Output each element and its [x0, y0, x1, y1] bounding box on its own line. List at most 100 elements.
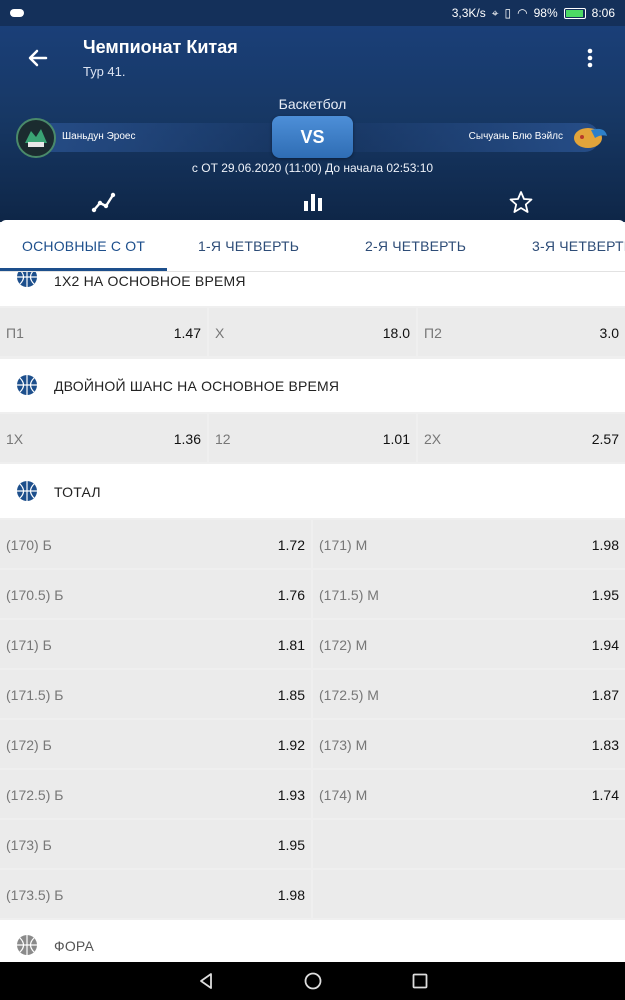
odd-cell[interactable]: (172) М 1.94: [313, 620, 625, 668]
teams-row: Шаньдун Эроес VS Сычуань Блю Вэйлс: [16, 116, 609, 158]
odd-name: (171.5) М: [319, 587, 379, 603]
empty-cell: [313, 870, 625, 918]
vs-badge: VS: [272, 116, 353, 158]
odd-value: 1.81: [277, 637, 305, 653]
odd-name: (171) М: [319, 537, 368, 553]
odd-cell[interactable]: (173) М 1.83: [313, 720, 625, 768]
odd-cell[interactable]: Х 18.0: [209, 308, 416, 356]
odd-cell[interactable]: 2Х 2.57: [418, 414, 625, 462]
nav-back-icon[interactable]: [196, 971, 216, 991]
odd-cell[interactable]: (170) Б 1.72: [0, 520, 311, 568]
markets-list: 1X2 НА ОСНОВНОЕ ВРЕМЯ П1 1.47 Х 18.0 П2 …: [0, 272, 625, 962]
market-tabs: ОСНОВНЫЕ С ОТ 1-Я ЧЕТВЕРТЬ 2-Я ЧЕТВЕРТЬ …: [0, 220, 625, 272]
battery-icon: [563, 7, 586, 19]
section-total[interactable]: ТОТАЛ: [0, 464, 625, 518]
odd-name: 2Х: [424, 431, 442, 447]
odd-cell[interactable]: (171) Б 1.81: [0, 620, 311, 668]
odd-cell[interactable]: (174) М 1.74: [313, 770, 625, 818]
section-handicap[interactable]: ФОРА: [0, 920, 625, 962]
odd-value: 1.83: [591, 737, 619, 753]
odd-cell[interactable]: (173.5) Б 1.98: [0, 870, 311, 918]
odd-name: (172) М: [319, 637, 368, 653]
status-bar: 3,3K/s ⌖ ▯ ◠ 98% 8:06: [0, 0, 625, 26]
bar-chart-icon[interactable]: [300, 190, 326, 214]
sport-label: Баскетбол: [278, 96, 347, 112]
more-vertical-icon[interactable]: [580, 46, 600, 70]
odd-cell[interactable]: 12 1.01: [209, 414, 416, 462]
odd-value: 1.72: [277, 537, 305, 553]
odd-value: 1.94: [591, 637, 619, 653]
odd-value: 1.01: [382, 431, 410, 447]
round-label: Тур 41.: [83, 64, 126, 79]
odd-cell[interactable]: (172.5) М 1.87: [313, 670, 625, 718]
odd-name: (173.5) Б: [6, 887, 64, 903]
team-right-logo: [574, 128, 607, 148]
odd-value: 1.74: [591, 787, 619, 803]
odd-value: 1.92: [277, 737, 305, 753]
odd-value: 1.98: [277, 887, 305, 903]
team-left-logo: [16, 118, 56, 158]
odd-name: (171) Б: [6, 637, 52, 653]
network-speed: 3,3K/s: [451, 6, 486, 20]
odd-name: 1Х: [6, 431, 24, 447]
odd-cell[interactable]: (172.5) Б 1.93: [0, 770, 311, 818]
empty-cell: [313, 820, 625, 868]
odd-cell[interactable]: (172) Б 1.92: [0, 720, 311, 768]
odd-value: 1.85: [277, 687, 305, 703]
basketball-icon: [17, 481, 37, 501]
wifi-icon: ◠: [517, 6, 528, 20]
basketball-icon: [17, 935, 37, 955]
section-1x2[interactable]: 1X2 НА ОСНОВНОЕ ВРЕМЯ: [0, 272, 625, 306]
odd-name: (173) Б: [6, 837, 52, 853]
clock: 8:06: [591, 6, 615, 20]
odd-value: 1.76: [277, 587, 305, 603]
odd-name: (172.5) М: [319, 687, 379, 703]
match-datetime: с ОТ 29.06.2020 (11:00) До начала 02:53:…: [191, 161, 434, 175]
back-arrow-icon[interactable]: [24, 44, 52, 72]
odd-value: 2.57: [591, 431, 619, 447]
odd-name: Х: [215, 325, 225, 341]
odd-cell[interactable]: П2 3.0: [418, 308, 625, 356]
odd-name: (171.5) Б: [6, 687, 64, 703]
tab-main-ot[interactable]: ОСНОВНЫЕ С ОТ: [22, 220, 145, 271]
odd-value: 1.95: [277, 837, 305, 853]
team-left-name: Шаньдун Эроес: [62, 131, 136, 142]
basketball-icon: [17, 375, 37, 395]
odd-value: 1.87: [591, 687, 619, 703]
odd-name: (173) М: [319, 737, 368, 753]
system-nav-bar: [0, 962, 625, 1000]
tab-quarter-2[interactable]: 2-Я ЧЕТВЕРТЬ: [365, 220, 466, 271]
battery-percent: 98%: [533, 6, 558, 20]
odd-cell[interactable]: (170.5) Б 1.76: [0, 570, 311, 618]
tab-quarter-1[interactable]: 1-Я ЧЕТВЕРТЬ: [198, 220, 299, 271]
line-chart-icon[interactable]: [91, 190, 117, 214]
odd-cell[interactable]: П1 1.47: [0, 308, 207, 356]
nav-recents-icon[interactable]: [410, 971, 430, 991]
odd-cell[interactable]: (171.5) М 1.95: [313, 570, 625, 618]
screen: 3,3K/s ⌖ ▯ ◠ 98% 8:06 Чемпионат Китая Ту…: [0, 0, 625, 1000]
star-icon[interactable]: [508, 190, 534, 214]
odd-value: 1.93: [277, 787, 305, 803]
section-title: ДВОЙНОЙ ШАНС НА ОСНОВНОЕ ВРЕМЯ: [54, 378, 340, 394]
odd-name: П1: [6, 325, 24, 341]
odd-name: (174) М: [319, 787, 368, 803]
odd-cell[interactable]: (171) М 1.98: [313, 520, 625, 568]
odd-value: 1.98: [591, 537, 619, 553]
odd-cell[interactable]: (171.5) Б 1.85: [0, 670, 311, 718]
section-title: 1X2 НА ОСНОВНОЕ ВРЕМЯ: [54, 273, 246, 289]
odd-name: (170) Б: [6, 537, 52, 553]
match-header: Чемпионат Китая Тур 41. Баскетбол Шаньду…: [0, 26, 625, 222]
section-title: ТОТАЛ: [54, 484, 101, 500]
odd-value: 18.0: [382, 325, 410, 341]
odd-name: (172.5) Б: [6, 787, 64, 803]
tab-quarter-3[interactable]: 3-Я ЧЕТВЕРТЬ: [532, 220, 625, 271]
odd-value: 3.0: [599, 325, 619, 341]
odd-name: (170.5) Б: [6, 587, 64, 603]
odd-cell[interactable]: (173) Б 1.95: [0, 820, 311, 868]
nav-home-icon[interactable]: [303, 971, 323, 991]
odd-value: 1.36: [173, 431, 201, 447]
odd-cell[interactable]: 1Х 1.36: [0, 414, 207, 462]
section-double-chance[interactable]: ДВОЙНОЙ ШАНС НА ОСНОВНОЕ ВРЕМЯ: [0, 359, 625, 412]
odd-name: (172) Б: [6, 737, 52, 753]
odd-value: 1.47: [173, 325, 201, 341]
